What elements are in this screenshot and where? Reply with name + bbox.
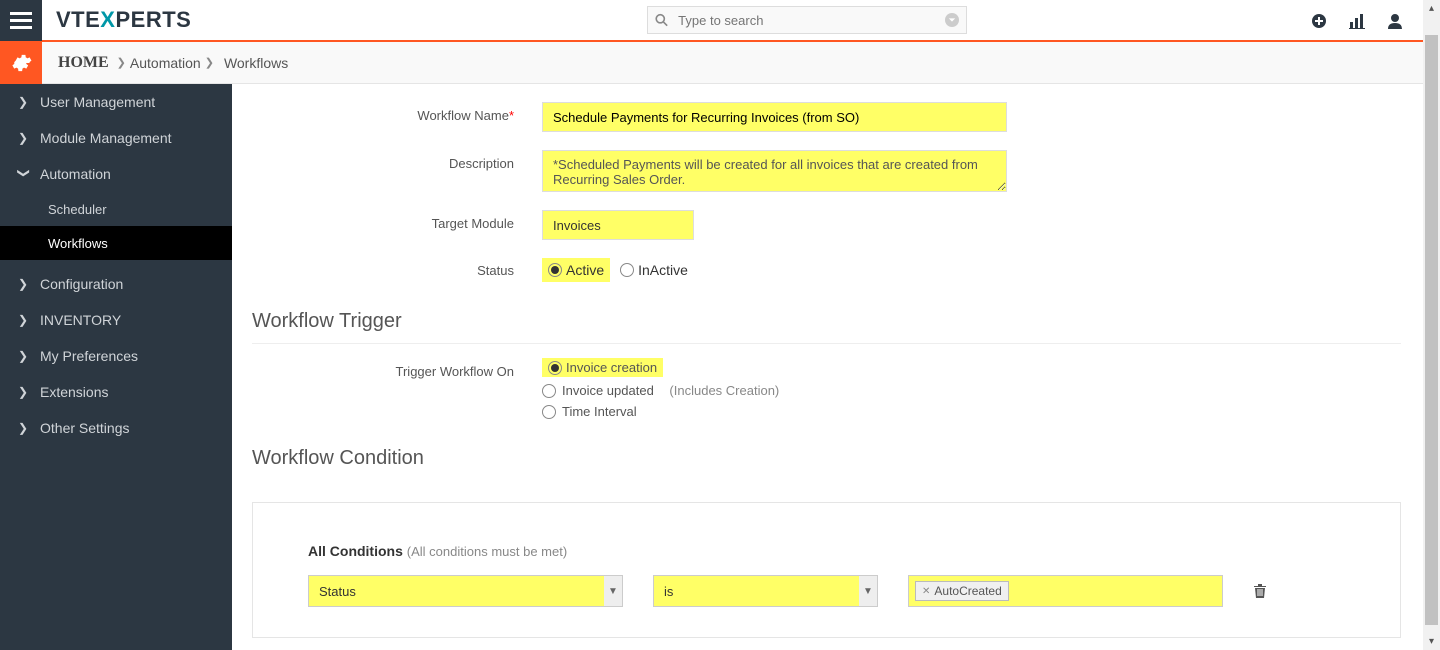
status-inactive-label: InActive — [638, 262, 688, 278]
trash-icon[interactable] — [1253, 583, 1267, 599]
condition-value-tag[interactable]: ✕AutoCreated — [915, 581, 1009, 601]
target-module-label: Target Module — [252, 210, 542, 231]
trigger-updated-radio[interactable] — [542, 384, 556, 398]
chevron-right-icon: ❯ — [18, 131, 30, 145]
stats-icon[interactable] — [1349, 13, 1365, 29]
trigger-creation-label: Invoice creation — [566, 360, 657, 375]
sidebar-item-label: Other Settings — [40, 420, 130, 436]
condition-op-select[interactable]: is▼ — [653, 575, 878, 607]
sidebar-item-configuration[interactable]: ❯ Configuration — [0, 266, 232, 302]
trigger-updated-label: Invoice updated — [562, 383, 654, 398]
trigger-updated-note: (Includes Creation) — [669, 383, 779, 398]
sidebar: ❯ User Management ❯ Module Management ❯ Aut… — [0, 84, 232, 650]
chevron-right-icon: ❯ — [18, 95, 30, 109]
workflow-name-label: Workflow Name* — [252, 102, 542, 123]
target-module-select[interactable]: Invoices — [542, 210, 694, 240]
chevron-right-icon: ❯ — [18, 313, 30, 327]
breadcrumb: HOME ❯ Automation ❯ Workflows — [42, 42, 1423, 84]
workflow-trigger-title: Workflow Trigger — [252, 310, 1401, 344]
all-conditions-title: All Conditions (All conditions must be m… — [308, 543, 1345, 559]
caret-down-icon: ▼ — [859, 576, 877, 606]
scroll-up-icon[interactable]: ▴ — [1423, 0, 1440, 17]
topbar: VTEXPERTS — [0, 0, 1423, 42]
breadcrumb-home[interactable]: HOME — [58, 54, 109, 72]
search-icon — [655, 14, 668, 27]
sidebar-item-label: INVENTORY — [40, 312, 121, 328]
description-input[interactable] — [542, 150, 1007, 192]
trigger-label: Trigger Workflow On — [252, 358, 542, 419]
search-wrap — [647, 6, 967, 34]
scroll-down-icon[interactable]: ▾ — [1423, 633, 1440, 650]
sidebar-item-module-management[interactable]: ❯ Module Management — [0, 120, 232, 156]
status-active-label: Active — [566, 262, 604, 278]
chevron-right-icon: ❯ — [18, 385, 30, 399]
chevron-right-icon: ❯ — [18, 421, 30, 435]
sidebar-item-label: Configuration — [40, 276, 123, 292]
workflow-condition-title: Workflow Condition — [252, 447, 1401, 480]
sidebar-item-user-management[interactable]: ❯ User Management — [0, 84, 232, 120]
chevron-right-icon: ❯ — [117, 56, 126, 69]
add-icon[interactable] — [1311, 13, 1327, 29]
sidebar-item-inventory[interactable]: ❯ INVENTORY — [0, 302, 232, 338]
scrollbar-thumb[interactable] — [1425, 35, 1438, 625]
condition-field-select[interactable]: Status▼ — [308, 575, 623, 607]
close-icon[interactable]: ✕ — [922, 586, 930, 597]
status-inactive-radio[interactable] — [620, 263, 634, 277]
breadcrumb-l2: Workflows — [224, 55, 288, 71]
caret-down-icon: ▼ — [604, 576, 622, 606]
menu-icon[interactable] — [0, 0, 42, 41]
sidebar-item-automation[interactable]: ❯ Automation — [0, 156, 232, 192]
sidebar-item-label: Extensions — [40, 384, 108, 400]
status-active-radio[interactable] — [548, 263, 562, 277]
logo: VTEXPERTS — [56, 7, 191, 33]
trigger-time-radio[interactable] — [542, 405, 556, 419]
sidebar-item-label: My Preferences — [40, 348, 138, 364]
chevron-right-icon: ❯ — [18, 349, 30, 363]
sidebar-item-extensions[interactable]: ❯ Extensions — [0, 374, 232, 410]
trigger-creation-radio[interactable] — [548, 361, 562, 375]
workflow-name-input[interactable] — [542, 102, 1007, 132]
sidebar-item-preferences[interactable]: ❯ My Preferences — [0, 338, 232, 374]
scrollbar[interactable]: ▴ ▾ — [1423, 0, 1440, 650]
search-dropdown-icon[interactable] — [945, 13, 959, 27]
breadcrumb-l1[interactable]: Automation — [130, 55, 201, 71]
sidebar-item-label: Module Management — [40, 130, 172, 146]
user-icon[interactable] — [1387, 13, 1403, 29]
search-input[interactable] — [647, 6, 967, 34]
condition-value-input[interactable]: ✕AutoCreated — [908, 575, 1223, 607]
trigger-time-label: Time Interval — [562, 404, 637, 419]
sidebar-item-label: Automation — [40, 166, 111, 182]
sidebar-sub-workflows[interactable]: Workflows — [0, 226, 232, 260]
sidebar-item-other-settings[interactable]: ❯ Other Settings — [0, 410, 232, 446]
chevron-right-icon: ❯ — [205, 56, 214, 69]
content: Workflow Name* Description Target Module… — [232, 84, 1423, 650]
status-label: Status — [252, 263, 542, 278]
sidebar-sub-scheduler[interactable]: Scheduler — [0, 192, 232, 226]
chevron-right-icon: ❯ — [18, 277, 30, 291]
chevron-down-icon: ❯ — [17, 168, 31, 180]
description-label: Description — [252, 150, 542, 171]
condition-box: All Conditions (All conditions must be m… — [252, 502, 1401, 638]
gear-icon[interactable] — [0, 42, 42, 84]
sidebar-item-label: User Management — [40, 94, 155, 110]
